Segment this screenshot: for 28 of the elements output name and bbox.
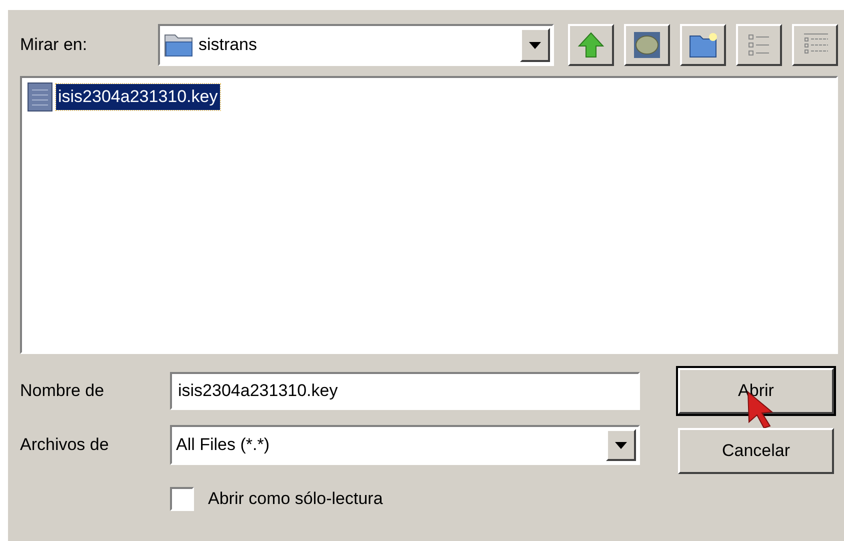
toolbar-button[interactable] — [568, 24, 614, 66]
up-arrow-icon — [576, 30, 606, 60]
look-in-label: Mirar en: — [20, 34, 88, 56]
file-item[interactable]: isis2304a231310.key — [26, 82, 832, 112]
dropdown-button[interactable] — [606, 429, 636, 461]
file-name: isis2304a231310.key — [56, 84, 220, 110]
file-type-value: All Files (*.*) — [175, 434, 271, 456]
toolbar-button[interactable] — [624, 24, 670, 66]
dropdown-button[interactable] — [520, 28, 550, 62]
read-only-label: Abrir como sólo-lectura — [208, 488, 383, 510]
dialog-button[interactable]: Abrir — [678, 368, 834, 414]
file-type-label: Archivos de — [20, 434, 110, 456]
desktop-icon — [632, 30, 662, 60]
look-in-dropdown[interactable]: sistrans — [158, 24, 554, 66]
caret-icon — [529, 42, 541, 48]
file-type-dropdown[interactable]: All Files (*.*) — [170, 425, 640, 465]
dialog-button[interactable]: Cancelar — [678, 428, 834, 474]
toolbar-button[interactable] — [792, 24, 838, 66]
file-name-label: Nombre de — [20, 380, 106, 402]
toolbar-button[interactable] — [680, 24, 726, 66]
folder-name: sistrans — [197, 34, 258, 56]
toolbar-button[interactable] — [736, 24, 782, 66]
document-icon — [26, 82, 54, 112]
read-only-checkbox[interactable] — [170, 486, 194, 511]
file-name-field[interactable]: isis2304a231310.key — [170, 372, 640, 410]
folder-icon — [164, 32, 194, 58]
caret-icon — [615, 442, 627, 448]
folder-icon — [688, 30, 718, 60]
